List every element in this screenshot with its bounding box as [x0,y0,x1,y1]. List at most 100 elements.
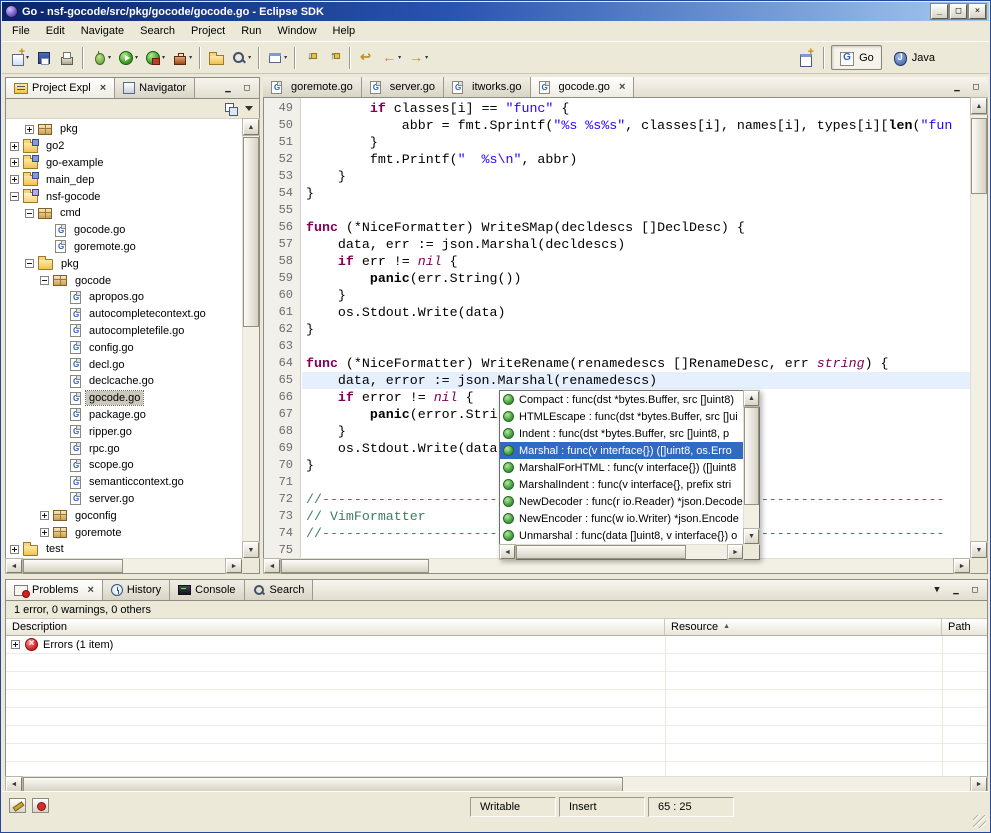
completion-item[interactable]: HTMLEscape : func(dst *bytes.Buffer, src… [500,408,743,425]
expand-icon[interactable] [25,125,34,134]
view-menu-icon[interactable]: ▼ [928,582,946,598]
open-view-button[interactable]: ▾ [264,48,290,68]
tree-item[interactable]: autocompletecontext.go [6,306,242,323]
tree-item[interactable]: test [6,541,242,558]
editor-horizontal-scrollbar[interactable]: ◄ ► [264,558,970,573]
save-button[interactable] [33,48,55,68]
tree-item[interactable]: apropos.go [6,289,242,306]
tab-navigator[interactable]: Navigator [115,78,195,98]
scroll-right-icon[interactable]: ► [971,777,987,792]
tree-item[interactable]: declcache.go [6,373,242,390]
column-header-description[interactable]: Description [6,619,665,635]
tree-vertical-scrollbar[interactable]: ▲ ▼ [242,119,259,558]
problems-horizontal-scrollbar[interactable]: ◄ ► [6,776,987,792]
maximize-pane-icon[interactable]: □ [967,79,985,95]
problems-row[interactable]: Errors (1 item) [6,636,987,654]
completion-item[interactable]: Unmarshal : func(data []uint8, v interfa… [500,527,743,544]
expand-icon[interactable] [10,175,19,184]
tree-horizontal-scrollbar[interactable]: ◄ ► [6,558,242,573]
resize-grip[interactable] [973,815,986,828]
forward-dropdown-icon[interactable]: ▾ [425,55,428,61]
new-wizard-button[interactable]: ▾ [6,48,32,68]
collapse-icon[interactable] [10,192,19,201]
previous-annotation-button[interactable] [323,48,345,68]
scroll-right-icon[interactable]: ► [954,559,970,573]
tree-item[interactable]: go-example [6,155,242,172]
expand-icon[interactable] [10,142,19,151]
minimize-button[interactable]: _ [931,4,948,19]
completion-item[interactable]: NewDecoder : func(r io.Reader) *json.Dec… [500,493,743,510]
collapse-icon[interactable] [25,209,34,218]
completion-list[interactable]: Compact : func(dst *bytes.Buffer, src []… [500,391,743,544]
tree-item[interactable]: config.go [6,339,242,356]
tree-item[interactable]: gocode.go [6,390,242,407]
scroll-right-icon[interactable]: ► [226,559,242,573]
last-edit-location-button[interactable] [355,48,377,68]
perspective-go-button[interactable]: Go [831,45,882,70]
collapse-icon[interactable] [40,276,49,285]
tree-item[interactable]: package.go [6,407,242,424]
run-last-button[interactable]: ▾ [142,48,168,68]
completion-item[interactable]: Indent : func(dst *bytes.Buffer, src []u… [500,425,743,442]
open-view-dropdown-icon[interactable]: ▾ [284,55,287,61]
popup-horizontal-scrollbar[interactable]: ◄ ► [500,544,743,559]
run-dropdown-icon[interactable]: ▾ [135,55,138,61]
tree-item[interactable]: pkg [6,255,242,272]
debug-dropdown-icon[interactable]: ▾ [108,55,111,61]
menu-edit[interactable]: Edit [38,22,73,40]
scroll-left-icon[interactable]: ◄ [6,777,22,792]
editor-vertical-scrollbar[interactable]: ▲ ▼ [970,98,987,558]
editor-scrollbar-thumb[interactable] [971,118,987,194]
view-menu-icon[interactable] [245,106,253,111]
back-dropdown-icon[interactable]: ▾ [398,55,401,61]
expand-icon[interactable] [10,158,19,167]
tree-item[interactable]: goremote.go [6,239,242,256]
completion-item[interactable]: MarshalIndent : func(v interface{}, pref… [500,476,743,493]
tree-item[interactable]: nsf-gocode [6,188,242,205]
completion-item[interactable]: Marshal : func(v interface{}) ([]uint8, … [500,442,743,459]
scroll-right-icon[interactable]: ► [728,545,743,559]
tree-item[interactable]: gocode.go [6,222,242,239]
tree-item[interactable]: rpc.go [6,440,242,457]
expand-icon[interactable] [11,640,20,649]
tree-item[interactable]: scope.go [6,457,242,474]
scroll-down-icon[interactable]: ▼ [744,529,759,544]
error-log-icon[interactable] [32,798,49,813]
menu-search[interactable]: Search [132,22,183,40]
open-resource-button[interactable] [205,48,227,68]
run-button[interactable]: ▾ [115,48,141,68]
perspective-java-button[interactable]: Java [884,45,943,70]
tab-search[interactable]: Search [245,580,314,600]
popup-vertical-scrollbar[interactable]: ▲ ▼ [743,391,759,544]
problems-hscrollbar-thumb[interactable] [23,777,623,792]
completion-item[interactable]: NewEncoder : func(w io.Writer) *json.Enc… [500,510,743,527]
search-dropdown-icon[interactable]: ▾ [248,55,251,61]
run-last-dropdown-icon[interactable]: ▾ [162,55,165,61]
menu-project[interactable]: Project [183,22,233,40]
tab-gocode-go[interactable]: gocode.go× [531,77,635,97]
tab-history[interactable]: History [103,580,170,600]
close-icon[interactable]: × [619,82,625,92]
tree-item[interactable]: main_dep [6,171,242,188]
tree-item[interactable]: gocode [6,272,242,289]
column-header-path[interactable]: Path [942,619,987,635]
forward-button[interactable]: ▾ [405,48,431,68]
menu-navigate[interactable]: Navigate [73,22,132,40]
tree-item[interactable]: cmd [6,205,242,222]
tree-item[interactable]: pkg [6,121,242,138]
search-button[interactable]: ▾ [228,48,254,68]
tab-problems[interactable]: Problems× [6,580,103,600]
collapse-icon[interactable] [25,259,34,268]
back-button[interactable]: ▾ [378,48,404,68]
scroll-up-icon[interactable]: ▲ [971,98,987,114]
expand-icon[interactable] [10,545,19,554]
minimize-pane-icon[interactable]: ▁ [948,79,966,95]
tree-item[interactable]: goconfig [6,507,242,524]
fast-view-icon[interactable] [9,798,26,813]
tab-server-go[interactable]: server.go [362,77,444,97]
tree-scrollbar-thumb[interactable] [243,137,259,327]
collapse-all-icon[interactable] [224,102,239,115]
tree-item[interactable]: semanticcontext.go [6,474,242,491]
next-annotation-button[interactable] [300,48,322,68]
close-icon[interactable]: × [100,83,106,93]
